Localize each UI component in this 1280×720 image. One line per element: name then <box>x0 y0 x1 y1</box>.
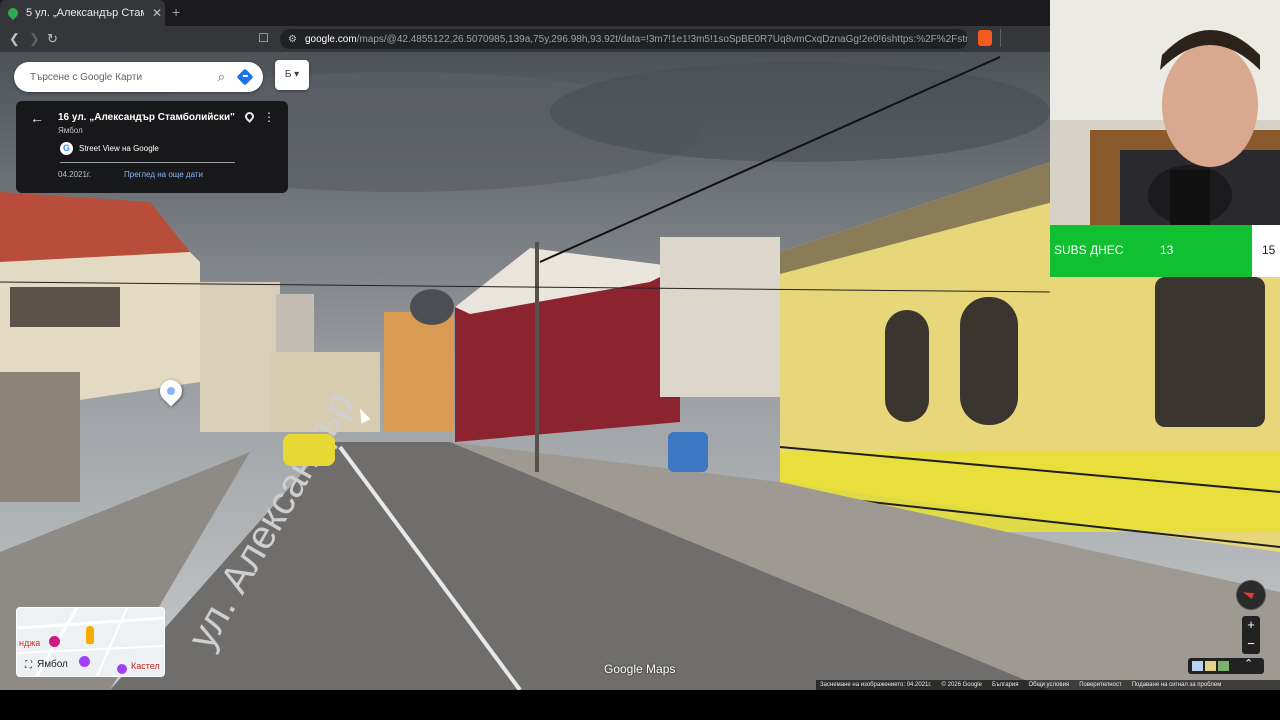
panel-city: Ямбол <box>58 126 83 135</box>
forward-arrow-icon[interactable]: ❯ <box>29 31 40 47</box>
expand-map-icon[interactable]: ⛶ <box>25 660 32 671</box>
back-arrow-icon[interactable]: ❮ <box>9 31 20 47</box>
more-options-icon[interactable]: ⋮ <box>263 110 275 124</box>
divider <box>60 162 235 163</box>
street-view-label: Street View на Google <box>79 144 159 153</box>
maps-favicon-icon <box>5 5 21 21</box>
reload-icon[interactable]: ↻ <box>47 31 58 47</box>
location-pin-icon[interactable] <box>243 110 256 123</box>
google-maps-watermark: Google Maps <box>604 662 676 676</box>
url-path: /maps/@42.4855122,26.5070985,139a,75y,29… <box>356 33 968 45</box>
search-input[interactable]: Търсене с Google Карти <box>30 72 218 83</box>
directions-icon[interactable] <box>236 68 254 86</box>
footer-country[interactable]: България <box>992 682 1019 688</box>
search-icon[interactable]: ⌕ <box>218 69 225 85</box>
bottom-letterbox <box>0 690 1280 720</box>
browser-tab[interactable]: 5 ул. „Александър Стамболийск ✕ <box>0 0 165 26</box>
minimap-label-left: нджа <box>19 638 41 648</box>
zoom-controls: + − <box>1242 616 1260 654</box>
minimap-label-right: Кастел <box>131 661 160 671</box>
subs-today-count: 13 <box>1160 243 1174 257</box>
bookmark-icon[interactable]: ☐ <box>258 31 269 45</box>
camera-poi-icon <box>79 656 90 667</box>
address-bar[interactable]: ⚙ google.com /maps/@42.4855122,26.507098… <box>280 29 968 49</box>
satellite-thumbnail-icon[interactable] <box>1205 661 1216 671</box>
shopping-poi-icon <box>49 636 60 647</box>
brave-shield-icon[interactable] <box>978 30 992 46</box>
back-arrow-icon[interactable]: ← <box>30 110 44 126</box>
layers-button[interactable]: Б ▾ <box>275 60 309 90</box>
new-tab-button[interactable]: + <box>172 4 180 20</box>
landmark-poi-icon <box>117 664 127 674</box>
footer-privacy-link[interactable]: Поверителност <box>1079 682 1122 688</box>
site-info-icon[interactable]: ⚙ <box>288 34 297 45</box>
webcam-image <box>1050 0 1280 225</box>
tab-strip: 5 ул. „Александър Стамболийск ✕ + <box>0 0 1050 26</box>
street-view-info-panel: ← 16 ул. „Александър Стамболийски" Ямбол… <box>16 101 288 193</box>
capture-date: 04.2021г. <box>58 170 92 179</box>
map-thumbnail-icon[interactable] <box>1192 661 1203 671</box>
webcam-overlay <box>1050 0 1280 225</box>
footer-terms-link[interactable]: Общи условия <box>1029 682 1070 688</box>
toolbar-divider <box>1000 29 1001 47</box>
footer-copyright: © 2026 Google <box>941 682 982 688</box>
minimap[interactable]: нджа ⛶ Ямбол Кастел <box>16 607 165 677</box>
subs-goal-count: 15 <box>1262 243 1276 257</box>
layers-label: Б <box>284 69 292 80</box>
subs-label: SUBS ДНЕС <box>1054 243 1124 257</box>
close-tab-icon[interactable]: ✕ <box>152 6 162 20</box>
footer-report-link[interactable]: Подаване на сигнал за проблем <box>1132 682 1222 688</box>
footer-capture-date: Заснемане на изображението: 04.2021г. <box>820 682 932 688</box>
pegman-icon[interactable] <box>86 626 94 644</box>
compass-button[interactable] <box>1236 580 1266 610</box>
tab-title: 5 ул. „Александър Стамболийск <box>26 7 144 19</box>
navigation-bar: ❮ ❯ ↻ ☐ ⚙ google.com /maps/@42.4855122,2… <box>0 26 1050 52</box>
google-logo-icon: G <box>60 142 73 155</box>
compass-needle-icon <box>1241 589 1255 599</box>
minimap-label-city: Ямбол <box>37 659 68 670</box>
zoom-out-button[interactable]: − <box>1242 635 1260 654</box>
browser-chrome: 5 ул. „Александър Стамболийск ✕ + ❮ ❯ ↻ … <box>0 0 1050 52</box>
maps-footer: Заснемане на изображението: 04.2021г. © … <box>816 680 1280 690</box>
chevron-up-icon[interactable]: ⌃ <box>1244 657 1253 670</box>
zoom-in-button[interactable]: + <box>1242 616 1260 635</box>
terrain-thumbnail-icon[interactable] <box>1218 661 1229 671</box>
maps-search-box[interactable]: Търсене с Google Карти ⌕ <box>14 62 263 92</box>
subscriber-counter: SUBS ДНЕС 13 15 <box>1050 225 1280 277</box>
url-domain: google.com <box>304 33 357 45</box>
panel-address: 16 ул. „Александър Стамболийски" <box>58 112 235 123</box>
more-dates-link[interactable]: Преглед на още дати <box>124 170 203 179</box>
